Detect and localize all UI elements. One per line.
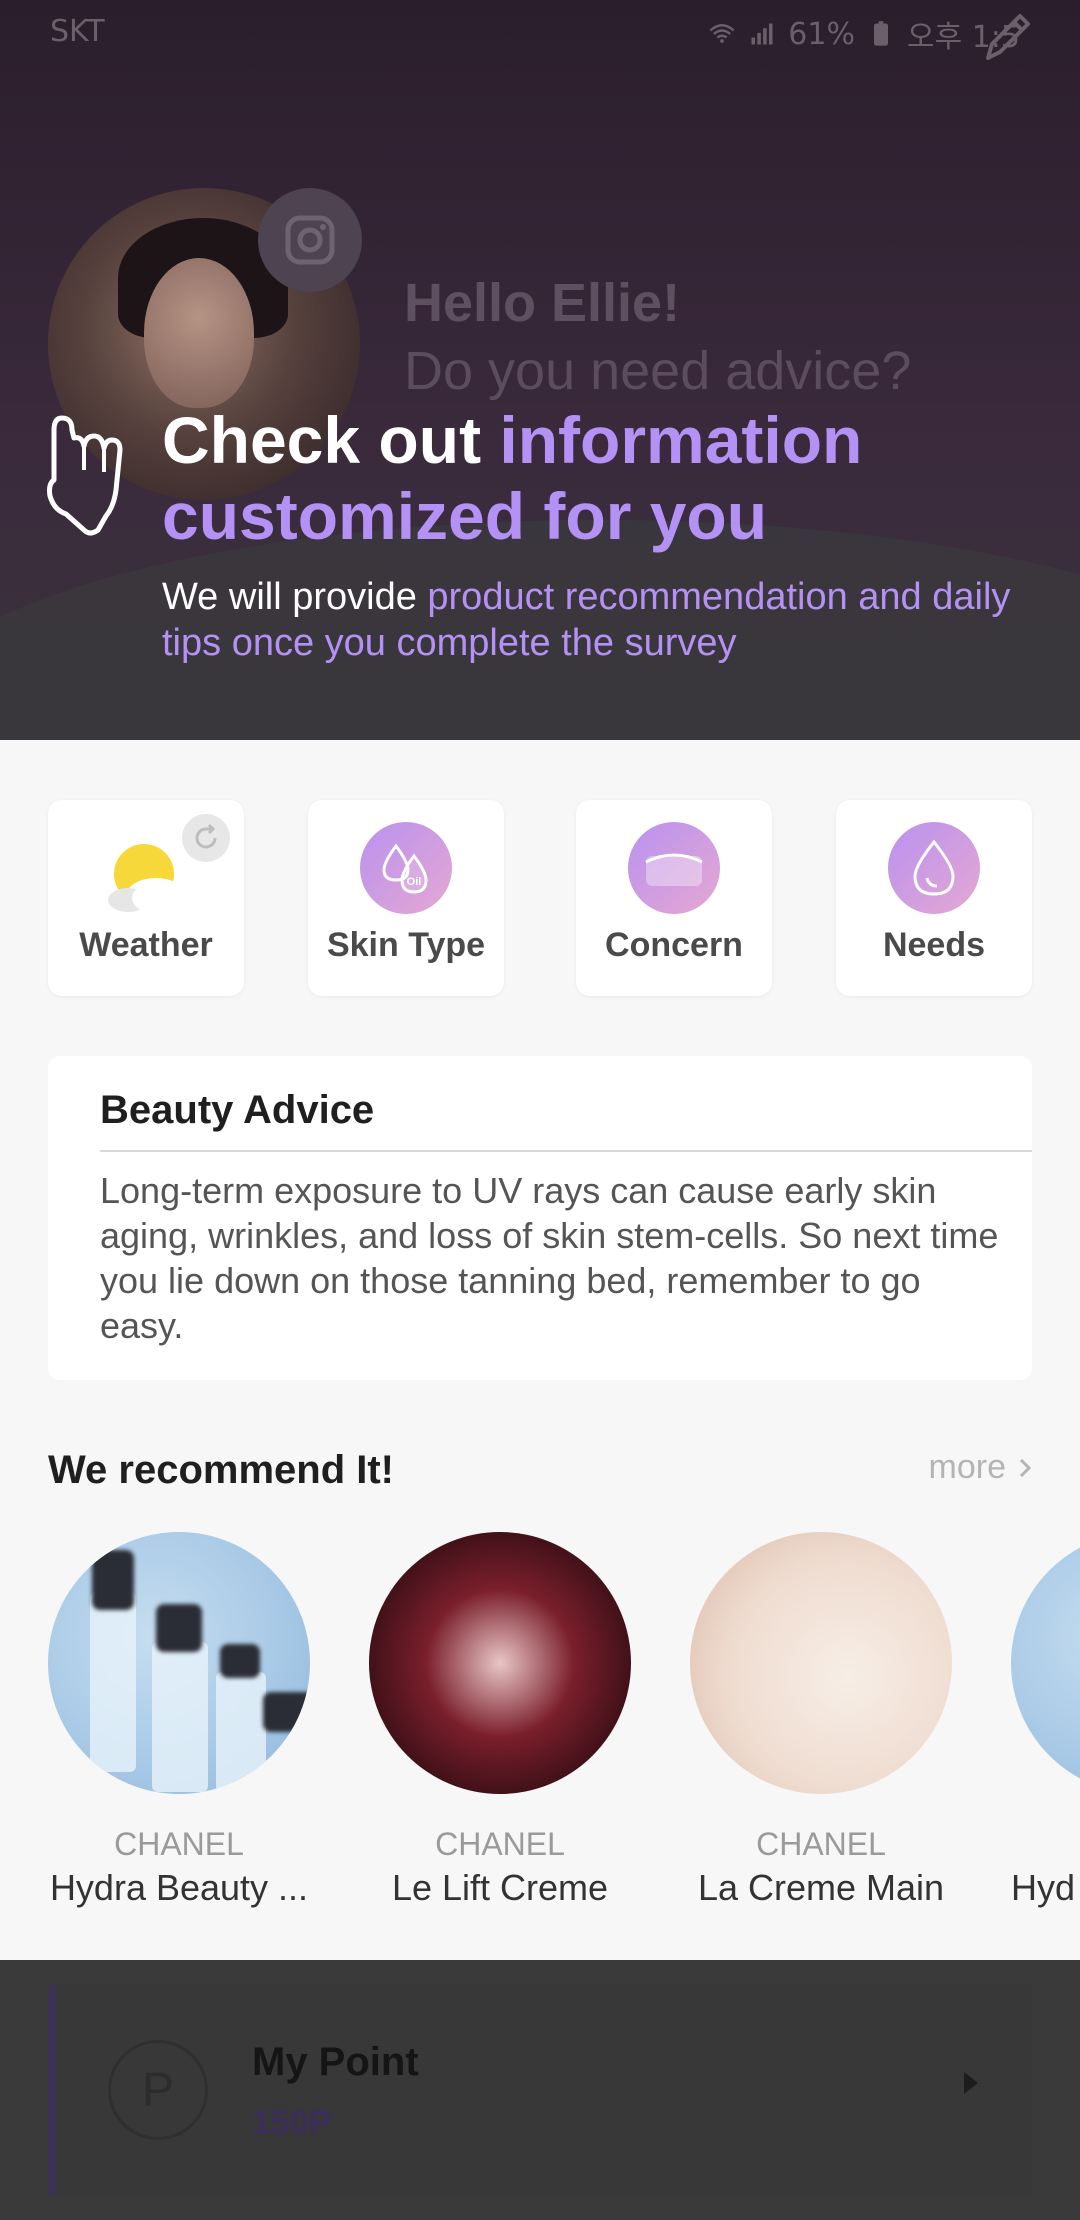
product-image <box>1011 1532 1080 1794</box>
beauty-advice-text: Long-term exposure to UV rays can cause … <box>100 1170 999 1346</box>
product-name: La Creme Main <box>697 1867 945 1908</box>
weather-label: Weather <box>79 926 213 964</box>
product-name: Hyd <box>1011 1867 1076 1908</box>
concern-label: Concern <box>605 926 743 964</box>
camera-button[interactable] <box>258 188 362 292</box>
carrier-label: SKT <box>50 14 105 49</box>
product-image <box>690 1532 952 1794</box>
concern-icon <box>628 822 720 914</box>
product-brand: CHANEL <box>756 1826 886 1862</box>
product-card[interactable]: Hyd <box>1011 1532 1080 1909</box>
edit-pencil-icon[interactable] <box>976 6 1036 70</box>
product-image <box>48 1532 310 1794</box>
product-image <box>369 1532 631 1794</box>
wifi-icon <box>709 24 735 43</box>
skin-type-label: Skin Type <box>326 926 486 964</box>
product-name: Hydra Beauty ... <box>49 1867 309 1908</box>
divider <box>100 1150 1032 1152</box>
product-card[interactable]: CHANEL Le Lift Creme <box>369 1532 631 1909</box>
beauty-advice-card: Beauty Advice Long-term exposure to UV r… <box>48 1056 1032 1380</box>
more-link[interactable]: more <box>929 1448 1032 1487</box>
chevron-right-icon <box>1019 1458 1032 1477</box>
product-brand: CHANEL <box>114 1826 244 1862</box>
signal-icon <box>751 23 773 45</box>
my-point-card[interactable]: P My Point 150P <box>48 1984 1032 2196</box>
skin-type-card[interactable]: Oil Skin Type <box>308 800 504 996</box>
banner-subline: We will provide product recommendation a… <box>162 576 1011 664</box>
weather-card[interactable]: Weather <box>48 800 244 996</box>
product-brand: CHANEL <box>435 1826 565 1862</box>
advice-question: Do you need advice? <box>404 341 912 401</box>
banner-headline: Check out information customized for you <box>162 403 863 553</box>
needs-card[interactable]: Needs <box>836 800 1032 996</box>
greeting-text: Hello Ellie! <box>404 273 681 333</box>
concern-card[interactable]: Concern <box>576 800 772 996</box>
product-card[interactable]: CHANEL Hydra Beauty ... <box>48 1532 310 1909</box>
needs-label: Needs <box>882 926 986 964</box>
refresh-weather-button[interactable] <box>182 814 230 862</box>
recommend-title: We recommend It! <box>48 1448 394 1492</box>
point-coin-icon: P <box>108 2040 208 2140</box>
drop-icon <box>888 822 980 914</box>
battery-icon <box>873 21 888 46</box>
weather-icon <box>108 844 186 914</box>
camera-icon <box>285 215 335 265</box>
svg-text:Oil: Oil <box>407 876 422 888</box>
more-label: more <box>928 1448 1006 1486</box>
battery-percent: 61% <box>788 16 855 52</box>
points-panel: P My Point 150P <box>0 1960 1080 2220</box>
pointing-hand-icon <box>47 415 123 536</box>
status-bar: SKT 61% 오후 1:5 <box>0 0 1080 64</box>
my-point-value: 150P <box>252 2104 332 2142</box>
header-banner: SKT 61% 오후 1:5 Hello Ellie! Do you need … <box>0 0 1080 740</box>
product-brand <box>1011 1826 1080 1863</box>
refresh-icon <box>195 823 217 849</box>
my-point-title: My Point <box>252 2040 419 2084</box>
play-arrow-icon <box>964 2072 978 2094</box>
oil-drop-icon: Oil <box>360 822 452 914</box>
product-name: Le Lift Creme <box>391 1867 609 1908</box>
beauty-advice-title: Beauty Advice <box>100 1088 375 1132</box>
product-card[interactable]: CHANEL La Creme Main <box>690 1532 952 1909</box>
